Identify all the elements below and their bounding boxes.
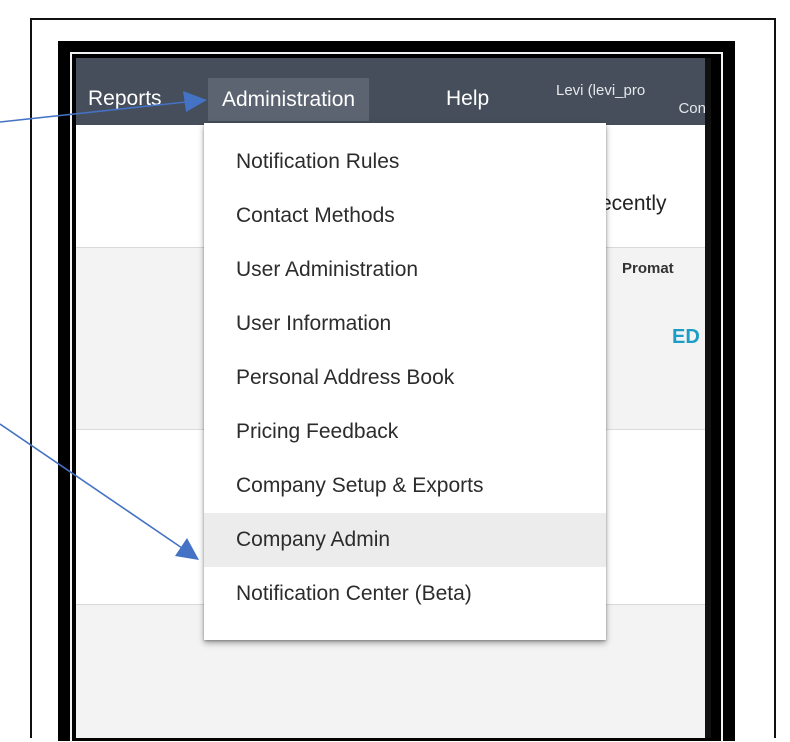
- menu-item-pricing-feedback[interactable]: Pricing Feedback: [204, 405, 606, 459]
- menu-item-notification-rules[interactable]: Notification Rules: [204, 135, 606, 189]
- nav-administration[interactable]: Administration: [208, 78, 370, 121]
- menu-item-company-admin[interactable]: Company Admin: [204, 513, 606, 567]
- user-account-menu[interactable]: Levi (levi_pro Con: [556, 82, 705, 118]
- top-navbar: Reports Administration Help Levi (levi_p…: [76, 58, 705, 125]
- nav-help[interactable]: Help: [446, 80, 489, 118]
- menu-item-contact-methods[interactable]: Contact Methods: [204, 189, 606, 243]
- nav-reports[interactable]: Reports: [88, 80, 162, 118]
- recently-viewed-label: ecently: [600, 192, 667, 215]
- administration-dropdown: Notification Rules Contact Methods User …: [204, 123, 606, 640]
- screenshot-border-right: [705, 58, 711, 738]
- menu-item-notification-center[interactable]: Notification Center (Beta): [204, 567, 606, 621]
- menu-item-user-administration[interactable]: User Administration: [204, 243, 606, 297]
- menu-item-personal-address-book[interactable]: Personal Address Book: [204, 351, 606, 405]
- app-viewport: Reports Administration Help Levi (levi_p…: [76, 58, 705, 738]
- user-company: Con: [678, 100, 705, 117]
- menu-item-user-information[interactable]: User Information: [204, 297, 606, 351]
- user-name: Levi (levi_pro: [556, 82, 646, 99]
- menu-item-company-setup-exports[interactable]: Company Setup & Exports: [204, 459, 606, 513]
- promat-label: Promat: [622, 260, 674, 277]
- edit-link[interactable]: ED: [672, 326, 700, 349]
